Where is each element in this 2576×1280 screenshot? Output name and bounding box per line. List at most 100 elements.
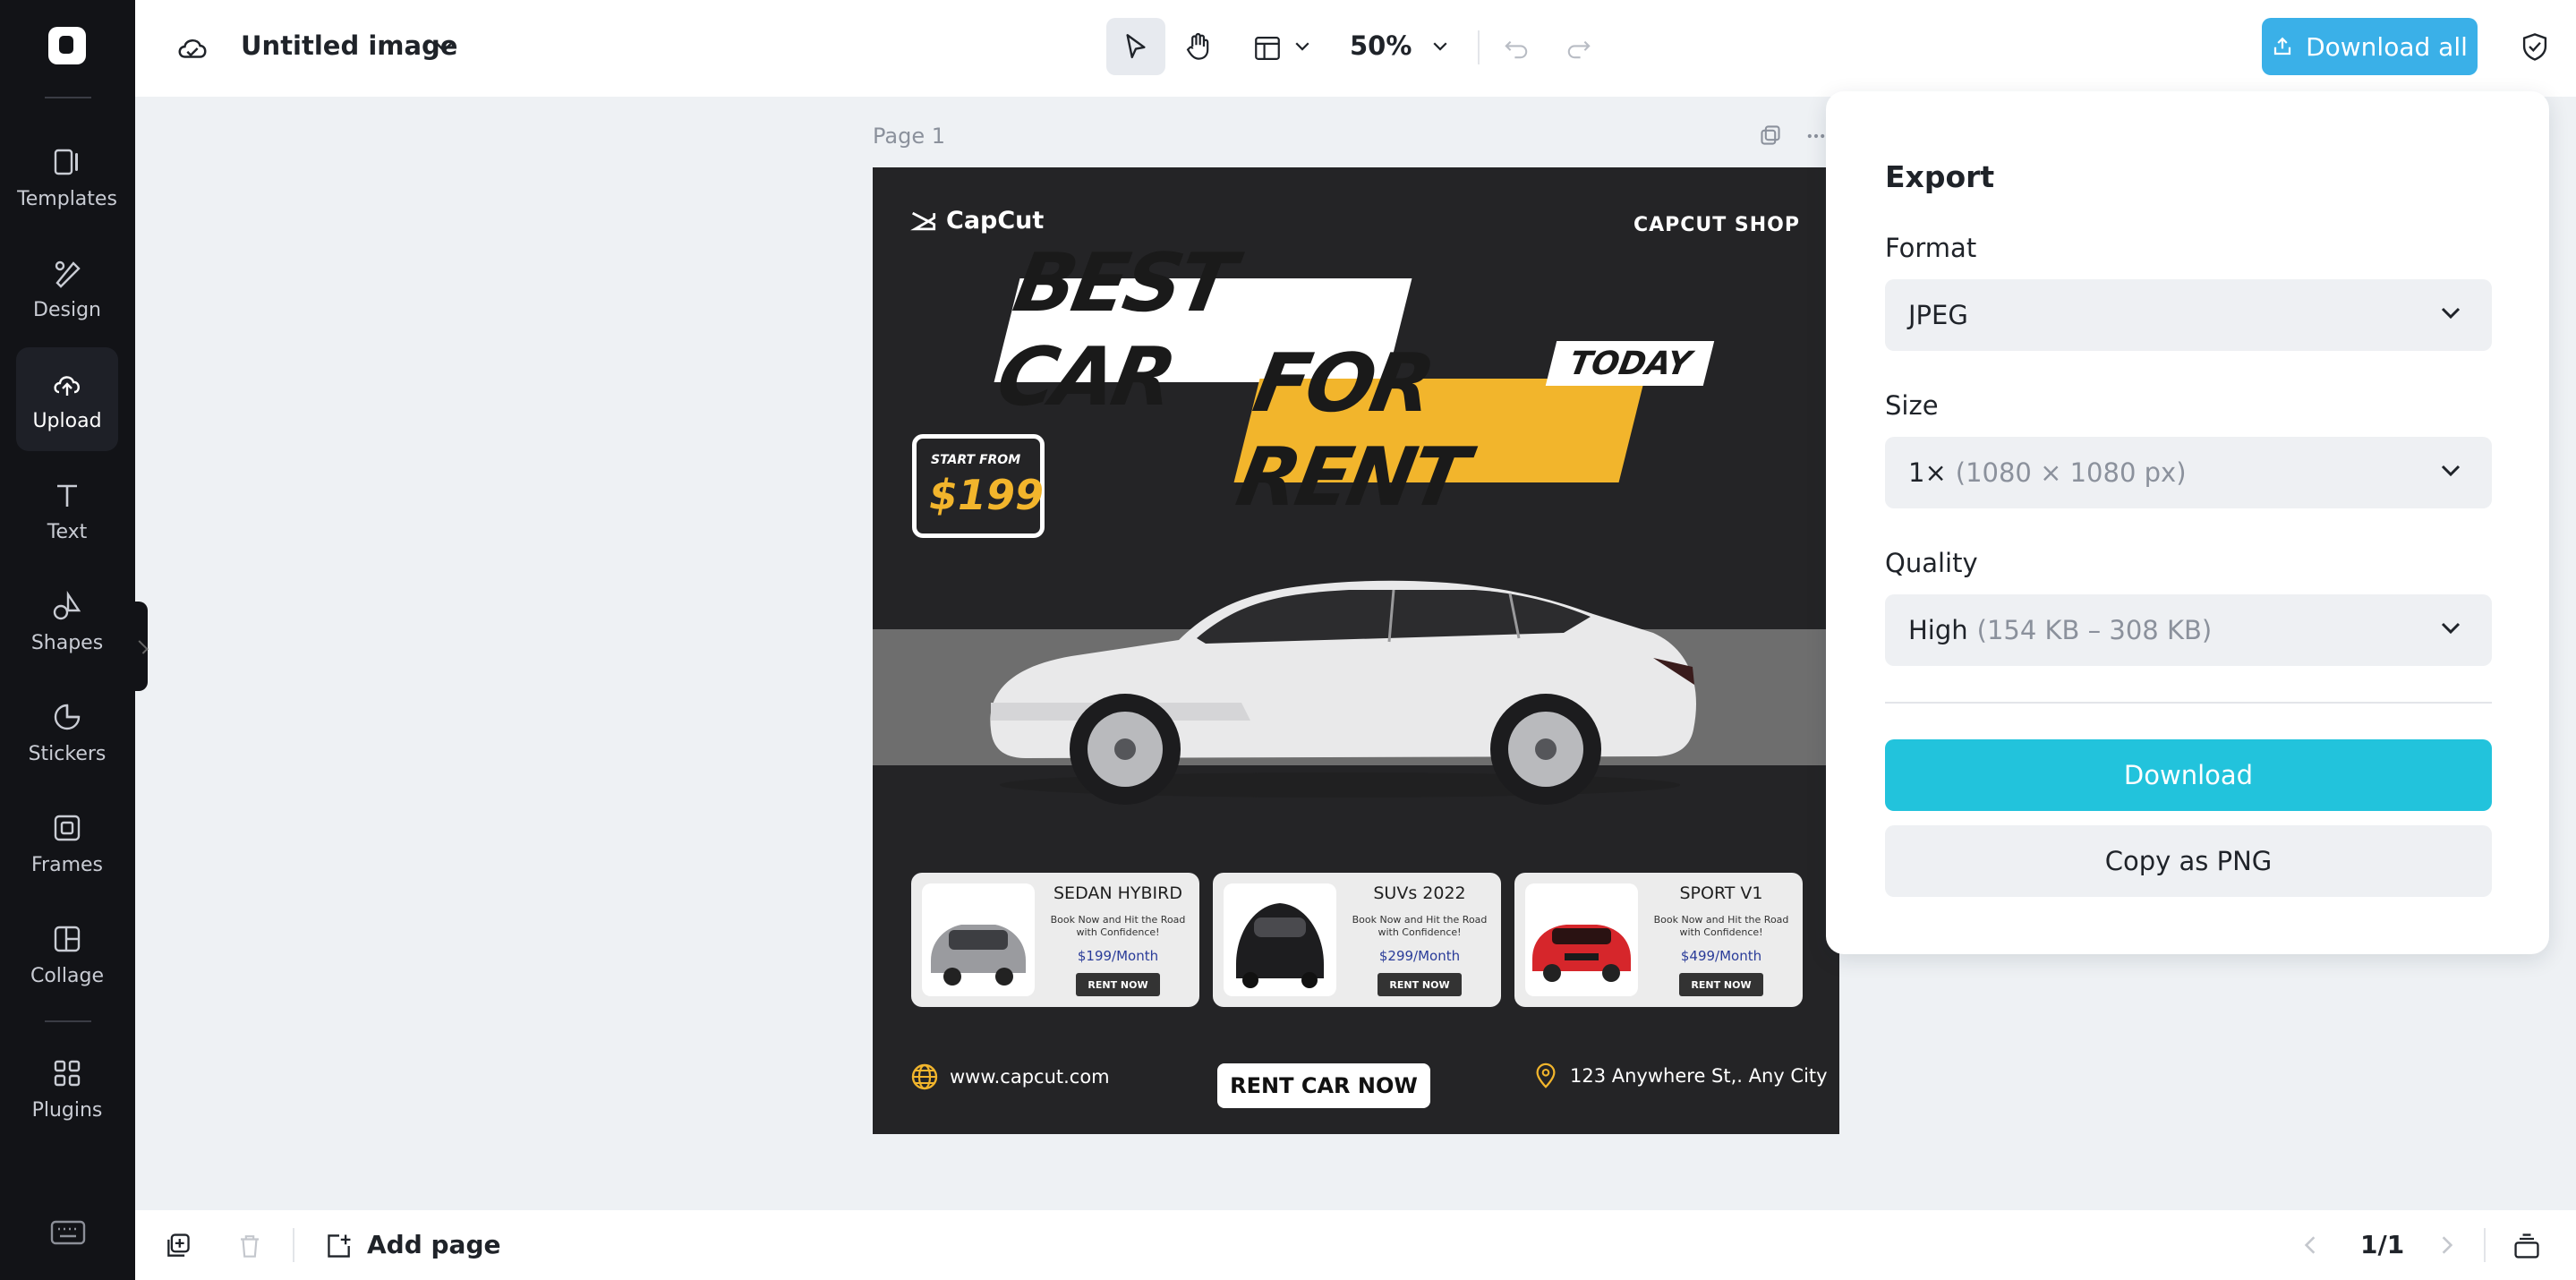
sidebar-divider (45, 97, 91, 98)
sidebar-item-label: Templates (17, 188, 117, 210)
hand-pan-icon[interactable] (1181, 29, 1216, 64)
card-title: SUVs 2022 (1347, 883, 1492, 903)
headline-today-text: TODAY (1566, 346, 1693, 382)
sport-car-thumbnail (1525, 883, 1638, 996)
poster-website-text: www.capcut.com (950, 1066, 1110, 1088)
card-rent-now-button: RENT NOW (1378, 973, 1462, 996)
globe-icon (910, 1062, 939, 1091)
prev-page-icon[interactable] (2297, 1232, 2324, 1259)
start-price-box: START FROM $199 (912, 434, 1045, 538)
sidebar-collapse-handle[interactable] (135, 602, 148, 691)
sidebar-item-plugins[interactable]: Plugins (16, 1037, 118, 1140)
card-title: SPORT V1 (1649, 883, 1794, 903)
size-select[interactable]: 1× (1080 × 1080 px) (1885, 437, 2492, 508)
sidebar-item-upload[interactable]: Upload (16, 347, 118, 451)
card-price: $499/Month (1649, 948, 1794, 964)
card-rent-now-button: RENT NOW (1679, 973, 1763, 996)
white-suv-image (973, 550, 1703, 810)
next-page-icon[interactable] (2434, 1232, 2461, 1259)
format-select[interactable]: JPEG (1885, 279, 2492, 351)
sidebar-divider (45, 1020, 91, 1022)
sidebar-item-label: Design (33, 299, 101, 321)
undo-icon[interactable] (1499, 30, 1533, 64)
pages-panel-icon[interactable] (2511, 1230, 2543, 1262)
add-page-icon[interactable] (323, 1230, 355, 1262)
quality-detail: (154 KB – 308 KB) (1977, 615, 2213, 645)
download-all-button[interactable]: Download all (2262, 18, 2478, 75)
format-value: JPEG (1908, 300, 1968, 330)
sedan-thumbnail (922, 883, 1035, 996)
sidebar-item-label: Plugins (32, 1099, 103, 1122)
layout-chevron-down-icon[interactable] (1292, 38, 1313, 55)
sidebar-item-frames[interactable]: Frames (16, 791, 118, 895)
format-label: Format (1885, 233, 1976, 263)
download-button[interactable]: Download (1885, 739, 2492, 811)
card-rent-now-button: RENT NOW (1076, 973, 1160, 996)
zoom-chevron-down-icon[interactable] (1429, 38, 1451, 55)
layout-icon[interactable] (1250, 30, 1285, 66)
sidebar-item-label: Text (47, 521, 88, 543)
size-detail: (1080 × 1080 px) (1956, 457, 2187, 488)
headline-for-rent: FOR RENT (1234, 379, 1645, 482)
share-upload-icon (2272, 36, 2293, 57)
sidebar-item-label: Frames (31, 854, 103, 876)
zoom-level[interactable]: 50% (1350, 30, 1412, 61)
sidebar-item-label: Upload (32, 410, 101, 432)
collage-icon (50, 922, 84, 956)
title-chevron-down-icon[interactable] (431, 36, 457, 59)
design-canvas[interactable]: CapCut CAPCUT SHOP BEST CAR FOR RENT TOD… (873, 167, 1839, 1134)
quality-select[interactable]: High (154 KB – 308 KB) (1885, 594, 2492, 666)
frames-icon (50, 811, 84, 845)
capcut-logo-icon (910, 209, 939, 233)
export-title: Export (1885, 159, 1994, 194)
card-description: Book Now and Hit the Road with Confidenc… (1045, 914, 1190, 939)
upload-cloud-icon (50, 367, 84, 401)
poster-website: www.capcut.com (910, 1062, 1110, 1091)
sidebar-item-design[interactable]: Design (16, 236, 118, 340)
cloud-sync-icon[interactable] (175, 30, 210, 66)
page-counter: 1/1 (2360, 1230, 2404, 1259)
suv-thumbnail (1224, 883, 1336, 996)
redo-icon[interactable] (1562, 30, 1596, 64)
card-price: $199/Month (1045, 948, 1190, 964)
trash-icon[interactable] (234, 1230, 266, 1262)
quality-label: Quality (1885, 548, 1978, 578)
poster-shop-name: CAPCUT SHOP (1633, 214, 1800, 236)
design-icon (50, 256, 84, 290)
sidebar-item-label: Stickers (29, 743, 107, 765)
app-logo[interactable] (48, 27, 86, 64)
size-value: 1× (1908, 457, 1947, 488)
bottom-divider (293, 1228, 294, 1262)
duplicate-page-icon[interactable] (1756, 122, 1785, 149)
document-title[interactable]: Untitled image (241, 30, 457, 61)
stickers-icon (50, 700, 84, 734)
sidebar-item-shapes[interactable]: Shapes (16, 569, 118, 673)
text-icon (50, 478, 84, 512)
templates-icon (50, 145, 84, 179)
sidebar-item-label: Collage (30, 965, 104, 987)
car-card-sport: SPORT V1 Book Now and Hit the Road with … (1514, 873, 1803, 1007)
sidebar-item-templates[interactable]: Templates (16, 125, 118, 229)
add-page-button[interactable]: Add page (367, 1230, 500, 1259)
page-more-options-icon[interactable] (1804, 125, 1828, 147)
poster-brand-logo: CapCut (910, 207, 1044, 235)
copy-as-png-button[interactable]: Copy as PNG (1885, 825, 2492, 897)
card-price: $299/Month (1347, 948, 1492, 964)
export-divider (1885, 702, 2492, 704)
sidebar-item-stickers[interactable]: Stickers (16, 680, 118, 784)
sidebar-item-text[interactable]: Text (16, 458, 118, 562)
quality-value: High (1908, 615, 1968, 645)
card-title: SEDAN HYBIRD (1045, 883, 1190, 903)
keyboard-shortcuts-icon[interactable] (50, 1219, 86, 1246)
duplicate-icon[interactable] (162, 1230, 194, 1262)
select-pointer-icon[interactable] (1118, 29, 1154, 64)
size-label: Size (1885, 390, 1939, 421)
chevron-down-icon (2440, 464, 2461, 478)
sidebar-item-label: Shapes (31, 632, 103, 654)
shield-check-icon[interactable] (2517, 29, 2553, 64)
shapes-icon (50, 589, 84, 623)
bottom-bar: Add page 1/1 (135, 1210, 2576, 1280)
export-panel: Export Format JPEG Size 1× (1080 × 1080 … (1826, 91, 2549, 954)
sidebar-item-collage[interactable]: Collage (16, 902, 118, 1006)
card-description: Book Now and Hit the Road with Confidenc… (1347, 914, 1492, 939)
